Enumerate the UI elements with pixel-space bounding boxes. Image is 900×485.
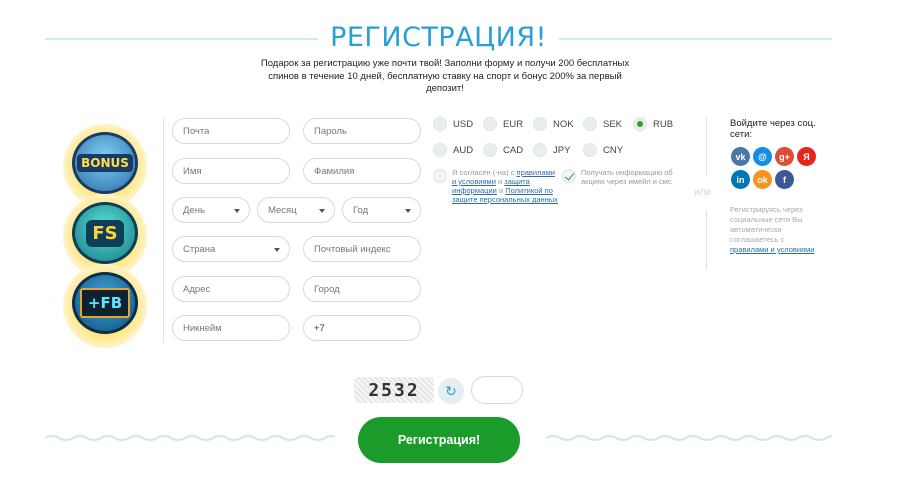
- city-field[interactable]: Город: [303, 276, 421, 302]
- wave-divider-left: [45, 435, 335, 441]
- yandex-icon[interactable]: Я: [797, 147, 816, 166]
- odnoklassniki-icon[interactable]: ok: [753, 170, 772, 189]
- free-spins-badge-label: FS: [86, 219, 124, 247]
- vk-icon[interactable]: vk: [731, 147, 750, 166]
- first-name-field[interactable]: Имя: [172, 158, 290, 184]
- radio-icon: [533, 117, 547, 131]
- email-field[interactable]: Почта: [172, 118, 290, 144]
- free-bet-badge-label: +FB: [79, 288, 131, 318]
- radio-icon: [533, 143, 547, 157]
- wave-divider-right: [546, 435, 832, 441]
- currency-option-cad[interactable]: CAD: [483, 143, 523, 157]
- mailru-icon[interactable]: @: [753, 147, 772, 166]
- refresh-captcha-icon[interactable]: ↻: [438, 378, 464, 404]
- country-select[interactable]: Страна: [172, 236, 290, 262]
- facebook-icon[interactable]: f: [775, 170, 794, 189]
- terms-checkbox[interactable]: [433, 169, 447, 183]
- linkedin-icon[interactable]: in: [731, 170, 750, 189]
- currency-option-cny[interactable]: CNY: [583, 143, 623, 157]
- phone-field[interactable]: +7: [303, 315, 421, 341]
- page-title: РЕГИСТРАЦИЯ!: [45, 22, 832, 53]
- title-row: РЕГИСТРАЦИЯ!: [45, 20, 832, 60]
- free-spins-badge-icon: FS: [72, 202, 138, 264]
- social-login-title: Войдите через соц. сети:: [730, 118, 816, 140]
- radio-icon: [483, 117, 497, 131]
- radio-icon: [433, 117, 447, 131]
- vertical-divider: [163, 118, 164, 343]
- currency-option-nok[interactable]: NOK: [533, 117, 574, 131]
- free-bet-badge-icon: +FB: [72, 272, 138, 334]
- newsletter-consent-text: Получать информацию об акциях через имей…: [581, 168, 673, 186]
- captcha-image: 2532: [354, 377, 434, 403]
- radio-icon: [483, 143, 497, 157]
- radio-icon: [583, 117, 597, 131]
- terms-consent: Я согласен (-на) с правилами и условиями…: [433, 168, 558, 204]
- currency-option-jpy[interactable]: JPY: [533, 143, 570, 157]
- currency-option-usd[interactable]: USD: [433, 117, 473, 131]
- birth-day-select[interactable]: День: [172, 197, 250, 223]
- page-subtitle: Подарок за регистрацию уже почти твой! З…: [260, 58, 630, 94]
- bonus-badge-icon: BONUS: [72, 132, 138, 194]
- terms-consent-text: Я согласен (-на) с правилами и условиями…: [452, 168, 558, 204]
- newsletter-consent: Получать информацию об акциях через имей…: [562, 168, 684, 186]
- postcode-field[interactable]: Почтовый индекс: [303, 236, 421, 262]
- social-terms-link[interactable]: правилами и условиями: [730, 245, 814, 254]
- newsletter-checkbox[interactable]: [562, 169, 576, 183]
- currency-option-aud[interactable]: AUD: [433, 143, 473, 157]
- birth-year-select[interactable]: Год: [342, 197, 421, 223]
- nickname-field[interactable]: Никнейм: [172, 315, 290, 341]
- captcha-input[interactable]: [471, 376, 523, 404]
- bonus-badge-label: BONUS: [77, 154, 133, 172]
- currency-option-eur[interactable]: EUR: [483, 117, 523, 131]
- or-divider-line: [706, 210, 707, 270]
- radio-selected-icon: [633, 117, 647, 131]
- birth-month-select[interactable]: Месяц: [257, 197, 335, 223]
- or-label: или: [694, 187, 712, 198]
- currency-option-rub[interactable]: RUB: [633, 117, 673, 131]
- address-field[interactable]: Адрес: [172, 276, 290, 302]
- social-terms-note: Регистрируясь через социальные сети Вы а…: [730, 205, 815, 254]
- google-plus-icon[interactable]: g+: [775, 147, 794, 166]
- currency-option-sek[interactable]: SEK: [583, 117, 622, 131]
- or-divider-line: [706, 118, 707, 176]
- promo-badges: BONUS FS +FB: [55, 118, 155, 348]
- radio-icon: [583, 143, 597, 157]
- register-button[interactable]: Регистрация!: [358, 417, 520, 463]
- last-name-field[interactable]: Фамилия: [303, 158, 421, 184]
- radio-icon: [433, 143, 447, 157]
- password-field[interactable]: Пароль: [303, 118, 421, 144]
